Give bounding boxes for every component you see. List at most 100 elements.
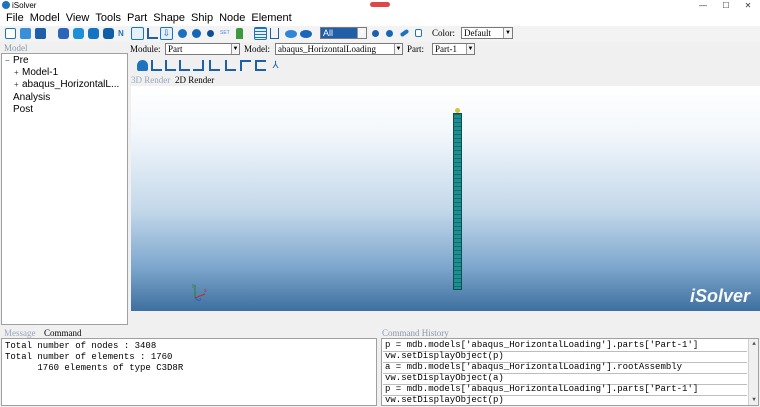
module-value: Part — [168, 44, 183, 54]
cube-blue-icon[interactable] — [58, 28, 69, 39]
menu-model[interactable]: Model — [27, 11, 63, 26]
chevron-down-icon: ▼ — [394, 44, 402, 54]
collapse-icon[interactable]: − — [5, 55, 13, 67]
shape-icon[interactable] — [300, 30, 312, 38]
axis-yx-icon[interactable] — [193, 60, 204, 71]
tree-item-label: Model-1 — [22, 67, 59, 78]
window-grip-handle[interactable] — [370, 2, 390, 7]
tab-2d-render[interactable]: 2D Render — [175, 75, 214, 85]
close-button[interactable]: ✕ — [738, 0, 758, 11]
window-title: iSolver — [12, 1, 37, 10]
cube-side-icon[interactable] — [88, 28, 99, 39]
title-bar: iSolver — ☐ ✕ — [0, 0, 760, 11]
model-dropdown[interactable]: abaqus_HorizontalLoading ▼ — [275, 43, 403, 55]
axis-t-icon[interactable] — [255, 60, 266, 71]
history-line[interactable]: vw.setDisplayObject(p) — [385, 351, 504, 362]
tree-item-pre[interactable]: − Pre — [5, 55, 29, 67]
note-icon[interactable] — [415, 29, 422, 37]
axis-xy-icon[interactable] — [151, 60, 162, 71]
tree-item-abaqus-model[interactable]: + abaqus_HorizontalL... — [14, 79, 119, 91]
chevron-down-icon: ▼ — [231, 44, 239, 54]
part-dropdown[interactable]: Part-1 ▼ — [432, 43, 475, 55]
triad-z-label: z — [199, 297, 202, 302]
message-line: Total number of elements : 1760 — [5, 352, 173, 362]
menu-part[interactable]: Part — [124, 11, 150, 26]
save-icon[interactable] — [35, 28, 46, 39]
history-line[interactable]: vw.setDisplayObject(a) — [385, 373, 504, 384]
app-logo-icon — [2, 1, 10, 9]
menu-element[interactable]: Element — [248, 11, 294, 26]
scroll-down-icon[interactable]: ▼ — [749, 395, 758, 405]
minimize-button[interactable]: — — [693, 0, 713, 11]
main-toolbar: N ⇩ SET All ▼ Color: Default ▼ — [0, 26, 760, 42]
mesh-model[interactable] — [453, 113, 462, 290]
axis-xz-icon[interactable] — [165, 60, 176, 71]
tab-3d-render[interactable]: 3D Render — [131, 75, 170, 85]
sphere-half-icon[interactable] — [178, 29, 187, 38]
select-box-icon[interactable] — [131, 27, 144, 40]
hand-icon[interactable] — [137, 60, 148, 71]
tree-item-post[interactable]: Post — [13, 104, 33, 116]
move-down-icon[interactable]: ⇩ — [160, 27, 173, 40]
axis-zx-icon[interactable] — [209, 60, 220, 71]
module-dropdown[interactable]: Part ▼ — [165, 43, 240, 55]
maximize-button[interactable]: ☐ — [716, 0, 736, 11]
set-icon[interactable]: SET — [220, 28, 233, 39]
axis-triad-icon: y x z — [192, 283, 207, 302]
mesh-grid-icon[interactable] — [254, 27, 267, 40]
menu-view[interactable]: View — [63, 11, 93, 26]
tree-item-analysis[interactable]: Analysis — [13, 92, 50, 104]
color-dropdown[interactable]: Default ▼ — [461, 27, 513, 39]
tree-item-model-1[interactable]: + Model-1 — [14, 67, 58, 79]
expand-icon[interactable]: + — [14, 67, 22, 79]
expand-icon[interactable]: + — [14, 79, 22, 91]
brand-watermark: iSolver — [689, 286, 750, 306]
message-line: Total number of nodes : 3408 — [5, 341, 157, 351]
dot-icon[interactable] — [207, 30, 214, 37]
render-viewport[interactable]: y x z iSolver — [131, 86, 760, 311]
color-value: Default — [464, 28, 491, 38]
normal-icon[interactable]: N — [118, 28, 126, 39]
tab-message[interactable]: Message — [4, 328, 36, 338]
history-line[interactable]: vw.setDisplayObject(p) — [385, 395, 504, 405]
scroll-up-icon[interactable]: ▲ — [749, 339, 758, 349]
point-icon[interactable] — [372, 30, 379, 37]
menu-ship[interactable]: Ship — [188, 11, 216, 26]
tree-item-label: Analysis — [13, 92, 51, 103]
cube-front-icon[interactable] — [73, 28, 84, 39]
surface-icon[interactable] — [285, 30, 297, 38]
pencil-icon[interactable] — [399, 28, 410, 38]
part-label: Part: — [407, 44, 424, 54]
menu-file[interactable]: File — [3, 11, 27, 26]
cube-top-icon[interactable] — [103, 28, 114, 39]
menu-tools[interactable]: Tools — [92, 11, 124, 26]
menu-shape[interactable]: Shape — [150, 11, 188, 26]
axis-iso-icon[interactable]: ⅄ — [270, 60, 281, 71]
menu-bar: File Model View Tools Part Shape Ship No… — [0, 11, 760, 26]
model-tree: − Pre + Model-1 + abaqus_HorizontalL... Ana… — [1, 53, 128, 325]
filter-value: All — [323, 28, 334, 38]
open-icon[interactable] — [20, 28, 31, 39]
cylinder-icon[interactable] — [386, 30, 393, 37]
history-line[interactable]: p = mdb.models['abaqus_HorizontalLoading… — [385, 340, 698, 351]
new-icon[interactable] — [5, 28, 16, 39]
message-line: 1760 elements of type C3D8R — [5, 363, 184, 373]
axis-zy-icon[interactable] — [225, 60, 236, 71]
history-line[interactable]: p = mdb.models['abaqus_HorizontalLoading… — [385, 384, 698, 395]
tab-command[interactable]: Command — [44, 328, 82, 338]
model-value: abaqus_HorizontalLoading — [278, 44, 376, 54]
tree-node-icon[interactable] — [236, 28, 243, 39]
model-panel-title: Model — [4, 43, 28, 53]
context-selector-bar: Module: Part ▼ Model: abaqus_HorizontalL… — [130, 42, 760, 56]
measure-icon[interactable] — [147, 28, 158, 39]
history-scrollbar[interactable]: ▲ ▼ — [748, 339, 758, 405]
tree-item-label: Pre — [13, 55, 29, 66]
sphere-icon[interactable] — [192, 29, 201, 38]
mesh-column-icon[interactable] — [270, 28, 279, 39]
filter-dropdown[interactable]: All ▼ — [320, 27, 367, 39]
axis-yz-icon[interactable] — [179, 60, 190, 71]
command-history-title: Command History — [382, 328, 449, 338]
menu-node[interactable]: Node — [216, 11, 248, 26]
history-line[interactable]: a = mdb.models['abaqus_HorizontalLoading… — [385, 362, 682, 373]
axis-f-icon[interactable] — [240, 60, 251, 71]
